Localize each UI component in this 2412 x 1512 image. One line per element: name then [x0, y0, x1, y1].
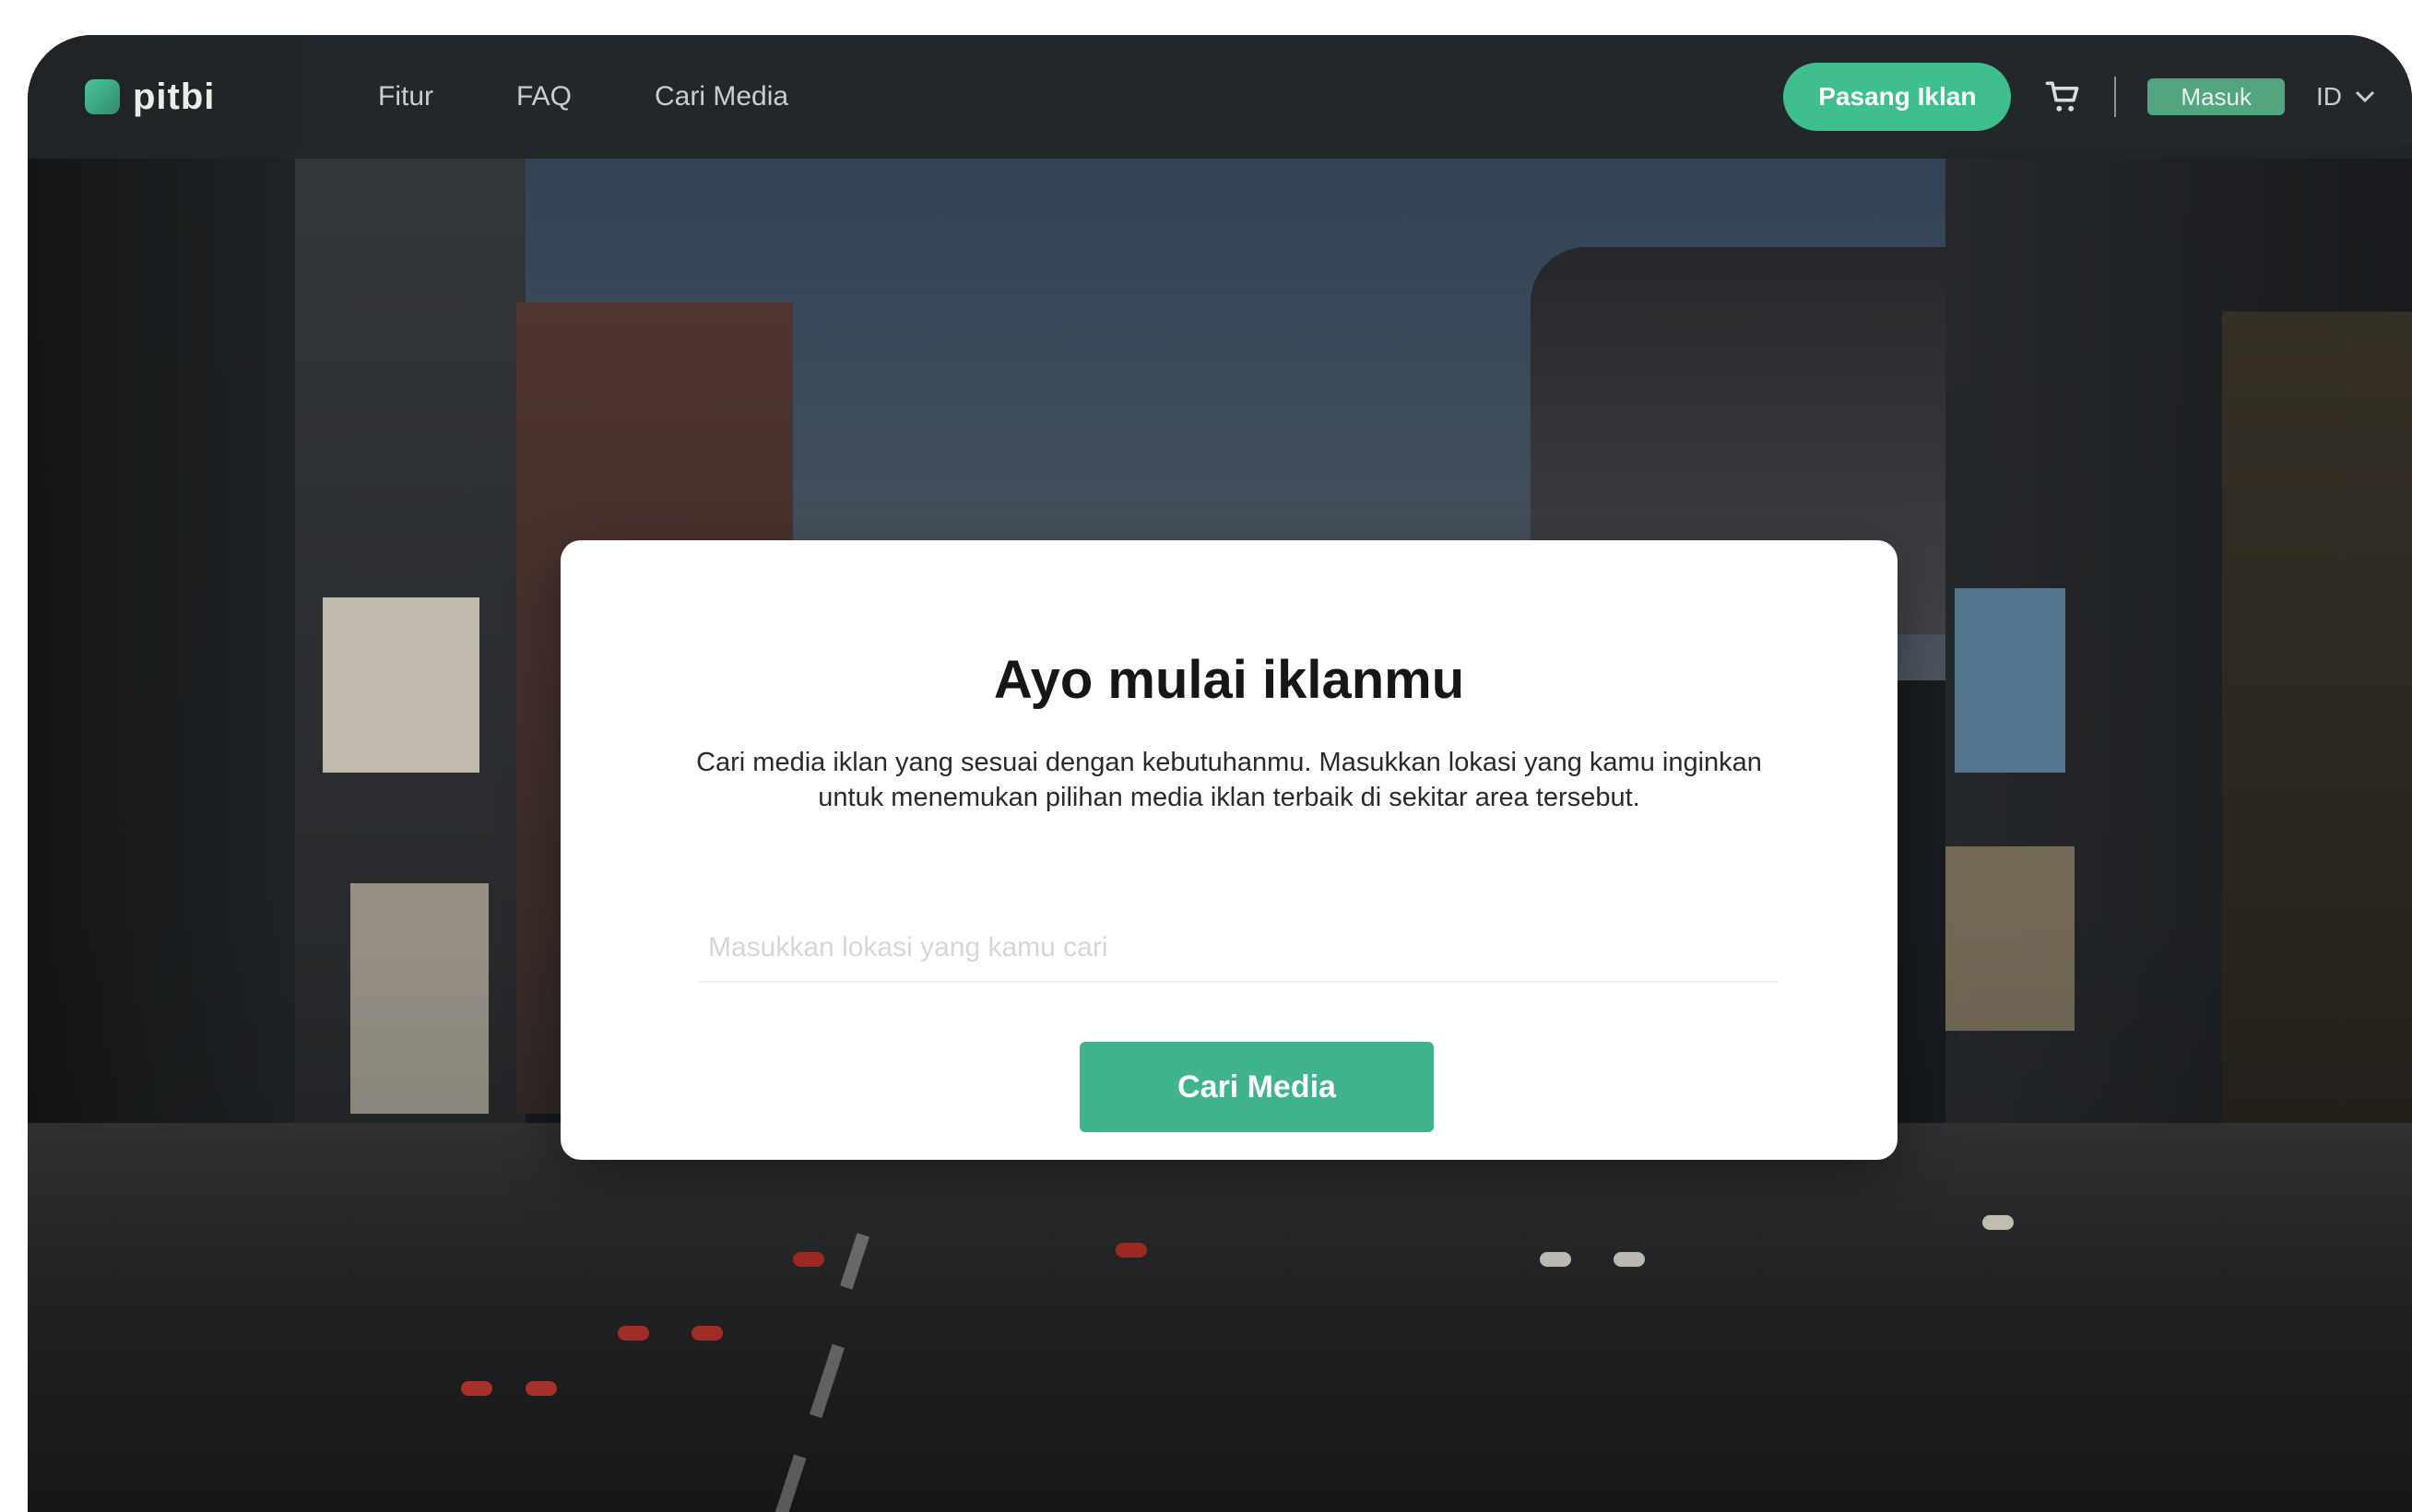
location-search-input[interactable]: [699, 915, 1778, 983]
nav-link-fitur[interactable]: Fitur: [378, 81, 433, 112]
start-ad-modal: Ayo mulai iklanmu Cari media iklan yang …: [561, 540, 1898, 1160]
modal-description: Cari media iklan yang sesuai dengan kebu…: [696, 748, 1762, 812]
language-selector[interactable]: ID: [2316, 82, 2375, 112]
logo-mark-icon: [85, 79, 120, 114]
logo-text: pitbi: [133, 76, 216, 117]
cari-media-button[interactable]: Cari Media: [1080, 1042, 1434, 1132]
browser-frame: pitbi Fitur FAQ Cari Media Pasang Iklan …: [28, 35, 2412, 1512]
modal-title: Ayo mulai iklanmu: [993, 650, 1465, 710]
language-label: ID: [2316, 82, 2342, 111]
cart-icon[interactable]: [2042, 77, 2083, 117]
nav-actions: Pasang Iklan Masuk ID: [1783, 35, 2375, 159]
top-navbar: pitbi Fitur FAQ Cari Media Pasang Iklan …: [28, 35, 2412, 159]
nav-link-faq[interactable]: FAQ: [516, 81, 572, 112]
nav-divider: [2114, 77, 2117, 117]
logo[interactable]: pitbi: [85, 72, 215, 122]
pasang-iklan-button[interactable]: Pasang Iklan: [1783, 63, 2012, 131]
chevron-down-icon: [2355, 90, 2375, 103]
nav-links: Fitur FAQ Cari Media: [378, 35, 788, 159]
nav-link-cari-media[interactable]: Cari Media: [655, 81, 788, 112]
login-button[interactable]: Masuk: [2147, 78, 2285, 115]
